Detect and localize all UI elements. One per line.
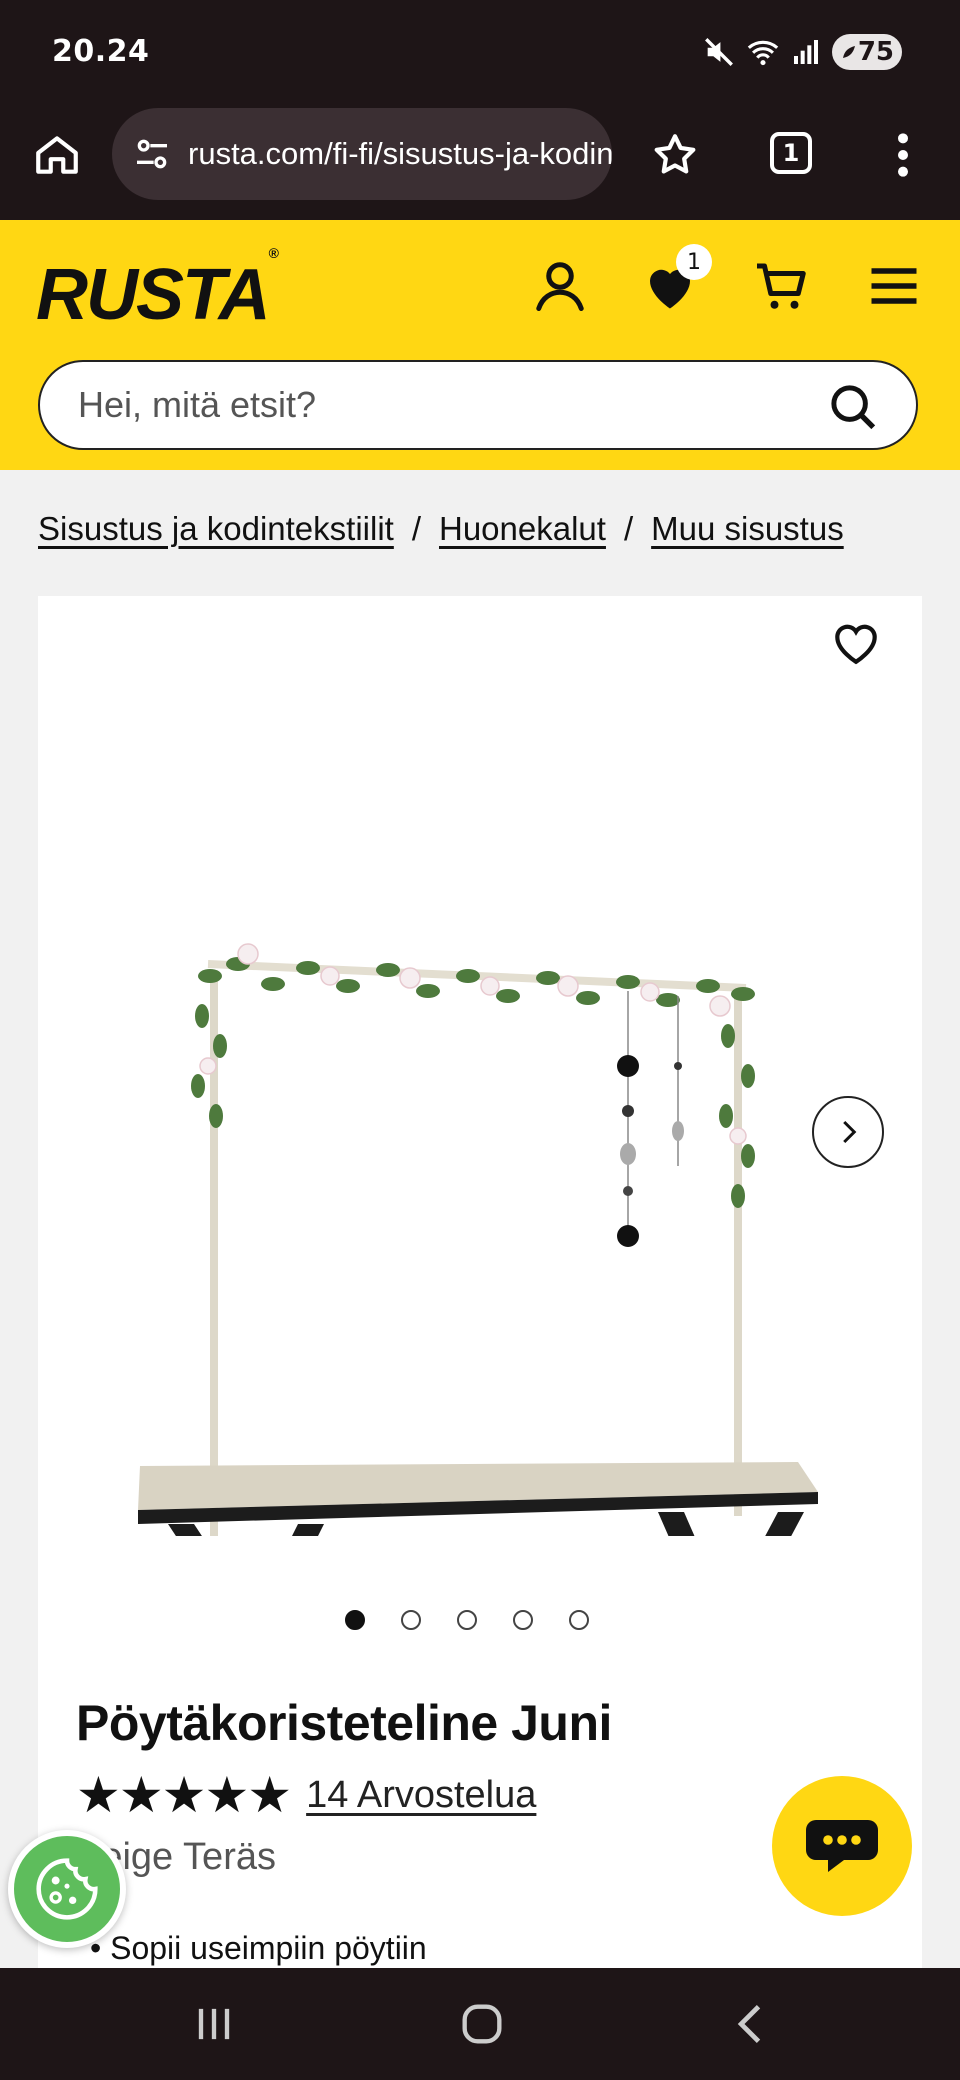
chat-button[interactable]: [772, 1776, 912, 1916]
tab-count: 1: [782, 139, 800, 167]
back-icon[interactable]: [722, 1998, 782, 2050]
battery-indicator: 75: [831, 34, 902, 70]
site-header: RUSTA® 1 Hei, mitä etsit?: [0, 220, 960, 470]
bookmark-star-icon[interactable]: [650, 130, 700, 180]
battery-saver-icon: [842, 46, 855, 58]
site-settings-icon[interactable]: [132, 134, 172, 174]
more-options-icon[interactable]: [888, 130, 918, 180]
logo-text: RUSTA: [36, 255, 271, 335]
product-rating: ★★★★★ 14 Arvostelua: [76, 1766, 536, 1824]
home-icon[interactable]: [32, 130, 82, 180]
carousel-dot-4[interactable]: [513, 1610, 533, 1630]
cookie-settings-button[interactable]: [8, 1830, 126, 1948]
tab-switcher-button[interactable]: 1: [770, 132, 812, 174]
battery-level: 75: [857, 37, 894, 67]
wifi-icon: [747, 40, 779, 66]
logo-trademark: ®: [268, 245, 279, 261]
breadcrumb-separator: /: [623, 510, 634, 547]
home-button-icon[interactable]: [452, 1998, 512, 2050]
status-icons: 75: [702, 34, 902, 70]
carousel-dot-5[interactable]: [569, 1610, 589, 1630]
chat-bubble-icon: [806, 1820, 878, 1872]
breadcrumb-link-sisustus[interactable]: Sisustus ja kodintekstiilit: [38, 510, 394, 547]
breadcrumb-separator: /: [411, 510, 421, 547]
url-text: rusta.com/fi-fi/sisustus-ja-kodintekstii…: [188, 136, 612, 171]
feature-text: Sopii useimpiin pöytiin: [110, 1930, 427, 1966]
breadcrumb-link-muu-sisustus[interactable]: Muu sisustus: [651, 510, 844, 547]
product-card: Pöytäkoristeteline Juni ★★★★★ 14 Arvoste…: [38, 596, 922, 1996]
breadcrumb-link-huonekalut[interactable]: Huonekalut: [439, 510, 606, 547]
favorites-count-badge: 1: [676, 244, 712, 280]
feature-list-item: • Sopii useimpiin pöytiin: [90, 1930, 427, 1966]
chevron-right-icon: [843, 1120, 857, 1144]
product-image[interactable]: [98, 836, 898, 1536]
add-to-favorites-heart-icon[interactable]: [828, 614, 884, 670]
image-carousel-dots: [345, 1610, 589, 1630]
mute-icon: [704, 38, 733, 66]
reviews-link[interactable]: 14 Arvostelua: [306, 1774, 536, 1817]
status-bar: 20.24 75: [0, 0, 960, 108]
carousel-dot-3[interactable]: [457, 1610, 477, 1630]
cart-icon[interactable]: [752, 256, 812, 316]
menu-icon[interactable]: [864, 256, 924, 316]
system-navigation-bar: [0, 1968, 960, 2080]
address-bar[interactable]: rusta.com/fi-fi/sisustus-ja-kodintekstii…: [112, 108, 612, 200]
account-icon[interactable]: [530, 256, 590, 316]
cookie-icon: [36, 1858, 98, 1920]
rating-stars: ★★★★★: [76, 1766, 292, 1824]
recent-apps-icon[interactable]: [184, 1998, 244, 2050]
status-time: 20.24: [52, 34, 150, 69]
next-image-button[interactable]: [812, 1096, 884, 1168]
search-input[interactable]: Hei, mitä etsit?: [38, 360, 918, 450]
signal-icon: [793, 40, 818, 64]
rusta-logo[interactable]: RUSTA®: [36, 245, 279, 336]
search-placeholder: Hei, mitä etsit?: [78, 384, 317, 425]
search-icon[interactable]: [826, 380, 880, 434]
browser-toolbar: rusta.com/fi-fi/sisustus-ja-kodintekstii…: [0, 108, 960, 220]
product-title: Pöytäkoristeteline Juni: [76, 1695, 612, 1751]
carousel-dot-2[interactable]: [401, 1610, 421, 1630]
breadcrumb: Sisustus ja kodintekstiilit / Huonekalut / M…: [38, 510, 938, 548]
carousel-dot-1[interactable]: [345, 1610, 365, 1630]
